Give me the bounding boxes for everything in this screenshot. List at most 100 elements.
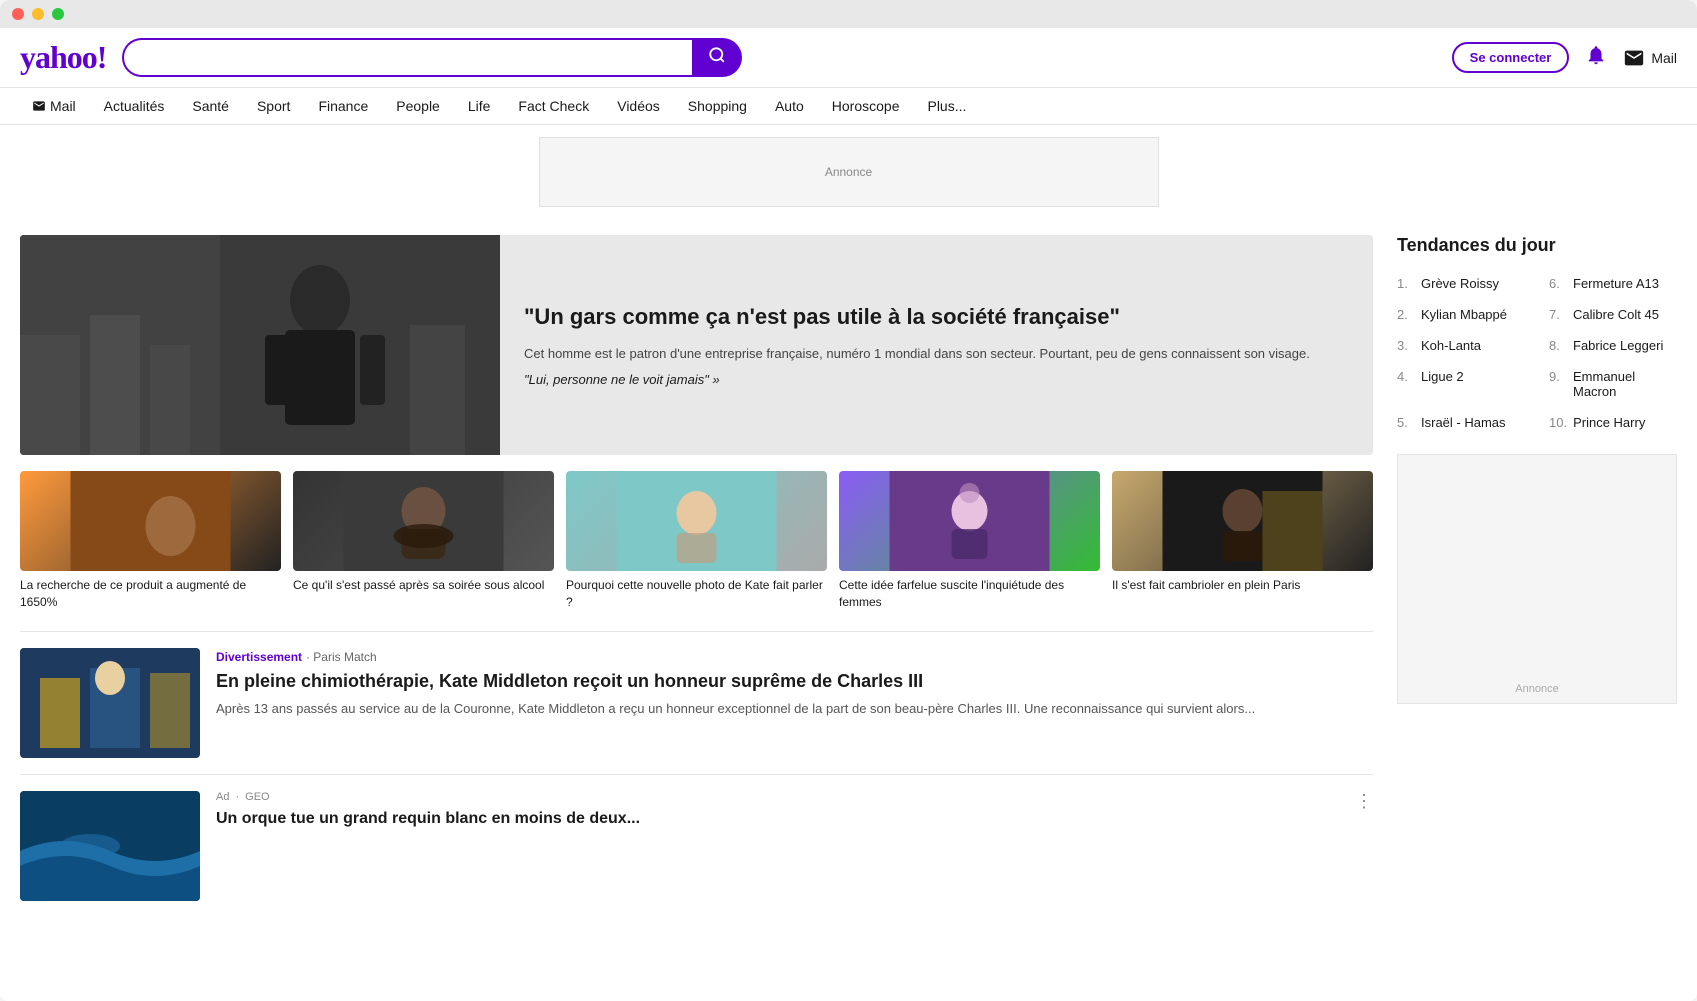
ad-article-title: Un orque tue un grand requin blanc en mo… <box>216 809 1339 830</box>
thumb-item-2[interactable]: Ce qu'il s'est passé après sa soirée sou… <box>293 471 554 611</box>
trend-item-2[interactable]: 2. Kylian Mbappé <box>1397 303 1525 326</box>
trend-num-2: 2. <box>1397 307 1415 322</box>
content-area: "Un gars comme ça n'est pas utile à la s… <box>20 235 1373 917</box>
ad-card-body: Ad · GEO Un orque tue un grand requin bl… <box>216 791 1339 830</box>
hero-text-area: "Un gars comme ça n'est pas utile à la s… <box>500 235 1373 455</box>
nav-bar: Mail Actualités Santé Sport Finance Peop… <box>0 88 1697 125</box>
thumb-item-5[interactable]: Il s'est fait cambrioler en plein Paris <box>1112 471 1373 611</box>
search-bar-wrap <box>122 38 742 77</box>
notification-icon[interactable] <box>1585 44 1607 72</box>
header: yahoo! Se connecter Mail <box>0 28 1697 88</box>
trend-item-6[interactable]: 6. Fermeture A13 <box>1549 272 1677 295</box>
trend-label-10: Prince Harry <box>1573 415 1645 430</box>
sidebar-ad: Annonce <box>1397 454 1677 704</box>
trend-label-9: Emmanuel Macron <box>1573 369 1677 399</box>
trend-num-3: 3. <box>1397 338 1415 353</box>
search-input[interactable] <box>122 38 692 77</box>
thumb-item-3[interactable]: Pourquoi cette nouvelle photo de Kate fa… <box>566 471 827 611</box>
close-button[interactable] <box>12 8 24 20</box>
trend-num-9: 9. <box>1549 369 1567 384</box>
mail-label: Mail <box>1651 50 1677 66</box>
mail-header-link[interactable]: Mail <box>1623 47 1677 69</box>
header-right: Se connecter Mail <box>1452 42 1677 73</box>
article-tag-1: Divertissement <box>216 650 302 664</box>
nav-item-auto[interactable]: Auto <box>763 88 816 124</box>
nav-item-videos[interactable]: Vidéos <box>605 88 672 124</box>
nav-item-actualites[interactable]: Actualités <box>92 88 177 124</box>
trend-item-5[interactable]: 5. Israël - Hamas <box>1397 411 1525 434</box>
trend-num-7: 7. <box>1549 307 1567 322</box>
trend-label-6: Fermeture A13 <box>1573 276 1659 291</box>
nav-item-plus[interactable]: Plus... <box>915 88 978 124</box>
thumb-image-5 <box>1112 471 1373 571</box>
article-title-1: En pleine chimiothérapie, Kate Middleton… <box>216 670 1373 693</box>
search-button[interactable] <box>692 38 742 77</box>
trend-label-8: Fabrice Leggeri <box>1573 338 1663 353</box>
trend-num-1: 1. <box>1397 276 1415 291</box>
trends-grid: 1. Grève Roissy 6. Fermeture A13 2. Kyli… <box>1397 272 1677 434</box>
ad-article-card: Ad · GEO Un orque tue un grand requin bl… <box>20 774 1373 917</box>
trend-item-1[interactable]: 1. Grève Roissy <box>1397 272 1525 295</box>
hero-description: Cet homme est le patron d'une entreprise… <box>524 344 1349 364</box>
thumb-item-1[interactable]: La recherche de ce produit a augmenté de… <box>20 471 281 611</box>
article-card-body-1: Divertissement · Paris Match En pleine c… <box>216 648 1373 758</box>
trend-num-5: 5. <box>1397 415 1415 430</box>
nav-item-factcheck[interactable]: Fact Check <box>506 88 601 124</box>
main-content: "Un gars comme ça n'est pas utile à la s… <box>0 219 1697 933</box>
article-source-1: · Paris Match <box>306 650 377 664</box>
article-tag-source: Divertissement · Paris Match <box>216 648 1373 664</box>
thumb-caption-1: La recherche de ce produit a augmenté de… <box>20 577 281 611</box>
trend-num-6: 6. <box>1549 276 1567 291</box>
connect-button[interactable]: Se connecter <box>1452 42 1570 73</box>
thumb-caption-3: Pourquoi cette nouvelle photo de Kate fa… <box>566 577 827 611</box>
sidebar: Tendances du jour 1. Grève Roissy 6. Fer… <box>1397 235 1677 917</box>
nav-item-life[interactable]: Life <box>456 88 503 124</box>
thumb-image-4 <box>839 471 1100 571</box>
article-image-1 <box>20 648 200 758</box>
fullscreen-button[interactable] <box>52 8 64 20</box>
thumb-caption-5: Il s'est fait cambrioler en plein Paris <box>1112 577 1373 594</box>
trend-label-7: Calibre Colt 45 <box>1573 307 1659 322</box>
nav-item-sport[interactable]: Sport <box>245 88 302 124</box>
more-options-button[interactable]: ⋮ <box>1355 791 1373 812</box>
browser-window: yahoo! Se connecter Mail <box>0 28 1697 1001</box>
hero-article[interactable]: "Un gars comme ça n'est pas utile à la s… <box>20 235 1373 455</box>
nav-item-sante[interactable]: Santé <box>180 88 241 124</box>
trend-label-5: Israël - Hamas <box>1421 415 1506 430</box>
hero-image <box>20 235 500 455</box>
trends-title: Tendances du jour <box>1397 235 1677 256</box>
thumb-image-2 <box>293 471 554 571</box>
trend-item-7[interactable]: 7. Calibre Colt 45 <box>1549 303 1677 326</box>
trend-num-10: 10. <box>1549 415 1567 430</box>
nav-item-mail[interactable]: Mail <box>20 88 88 124</box>
nav-item-horoscope[interactable]: Horoscope <box>820 88 912 124</box>
minimize-button[interactable] <box>32 8 44 20</box>
trend-label-4: Ligue 2 <box>1421 369 1464 384</box>
thumb-image-3 <box>566 471 827 571</box>
trend-num-8: 8. <box>1549 338 1567 353</box>
article-desc-1: Après 13 ans passés au service au de la … <box>216 699 1373 719</box>
nav-item-finance[interactable]: Finance <box>306 88 380 124</box>
thumb-caption-4: Cette idée farfelue suscite l'inquiétude… <box>839 577 1100 611</box>
trend-item-10[interactable]: 10. Prince Harry <box>1549 411 1677 434</box>
trend-label-1: Grève Roissy <box>1421 276 1499 291</box>
trend-label-3: Koh-Lanta <box>1421 338 1481 353</box>
trend-item-4[interactable]: 4. Ligue 2 <box>1397 365 1525 403</box>
ad-label: Ad · GEO <box>216 791 1339 803</box>
thumb-image-1 <box>20 471 281 571</box>
thumbnail-row: La recherche de ce produit a augmenté de… <box>20 471 1373 611</box>
trend-label-2: Kylian Mbappé <box>1421 307 1507 322</box>
ad-article-image <box>20 791 200 901</box>
nav-item-people[interactable]: People <box>384 88 452 124</box>
ad-banner: Annonce <box>539 137 1159 207</box>
trend-item-9[interactable]: 9. Emmanuel Macron <box>1549 365 1677 403</box>
trend-item-3[interactable]: 3. Koh-Lanta <box>1397 334 1525 357</box>
yahoo-logo[interactable]: yahoo! <box>20 39 106 76</box>
thumb-caption-2: Ce qu'il s'est passé après sa soirée sou… <box>293 577 554 594</box>
hero-link[interactable]: "Lui, personne ne le voit jamais" » <box>524 372 1349 387</box>
article-card-1[interactable]: Divertissement · Paris Match En pleine c… <box>20 631 1373 774</box>
trend-item-8[interactable]: 8. Fabrice Leggeri <box>1549 334 1677 357</box>
thumb-item-4[interactable]: Cette idée farfelue suscite l'inquiétude… <box>839 471 1100 611</box>
nav-item-shopping[interactable]: Shopping <box>676 88 759 124</box>
trend-num-4: 4. <box>1397 369 1415 384</box>
